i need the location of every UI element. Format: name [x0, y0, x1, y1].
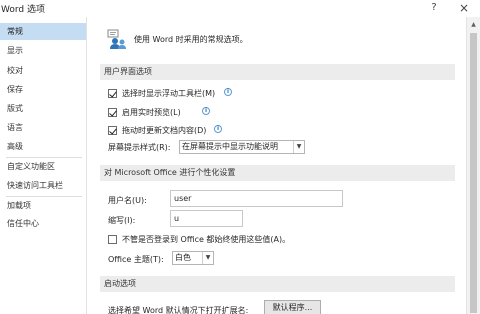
- title-bar: Word 选项 ? ×: [0, 0, 480, 17]
- option-show-mini-toolbar[interactable]: 选择时显示浮动工具栏(M) i: [108, 87, 248, 101]
- close-button[interactable]: ×: [456, 1, 472, 15]
- help-button[interactable]: ?: [426, 1, 442, 15]
- people-settings-icon: [107, 29, 126, 49]
- office-theme-value: 白色: [175, 253, 191, 262]
- info-icon: i: [214, 125, 222, 133]
- sidebar-item-trust-center[interactable]: 信任中心: [0, 215, 86, 232]
- option-live-preview[interactable]: 启用实时预览(L) i: [108, 106, 228, 120]
- scroll-up-icon[interactable]: ▲: [467, 20, 480, 30]
- initials-label: 缩写(I):: [108, 216, 136, 225]
- default-programs-button[interactable]: 默认程序...: [264, 300, 321, 314]
- initials-input[interactable]: u: [170, 210, 243, 227]
- checkbox-live-preview[interactable]: [108, 108, 117, 117]
- sidebar-item-customize-ribbon[interactable]: 自定义功能区: [0, 158, 86, 175]
- username-label: 用户名(U):: [108, 196, 147, 205]
- chevron-down-icon: ▼: [293, 141, 304, 153]
- section-header-ui-options: 用户界面选项: [100, 64, 455, 80]
- sidebar-item-add-ins[interactable]: 加载项: [0, 197, 86, 214]
- checkbox-show-mini-toolbar[interactable]: [108, 89, 117, 98]
- screentip-style-select[interactable]: 在屏幕提示中显示功能说明 ▼: [179, 140, 305, 154]
- options-sidebar: 常规 显示 校对 保存 版式 语言 高级 自定义功能区 快速访问工具栏 加载项 …: [0, 17, 87, 314]
- option-label: 选择时显示浮动工具栏(M): [122, 89, 216, 98]
- sidebar-item-language[interactable]: 语言: [0, 119, 86, 136]
- chevron-down-icon: ▼: [202, 252, 213, 264]
- option-label: 启用实时预览(L): [122, 108, 181, 117]
- sidebar-item-advanced[interactable]: 高级: [0, 138, 86, 155]
- sidebar-item-save[interactable]: 保存: [0, 81, 86, 98]
- info-icon: i: [202, 107, 210, 115]
- scrollbar-thumb[interactable]: [470, 33, 477, 313]
- default-programs-label: 选择希望 Word 默认情况下打开扩展名:: [108, 306, 249, 314]
- general-intro: 使用 Word 时采用的常规选项。: [106, 28, 446, 52]
- window-title: Word 选项: [1, 5, 45, 15]
- checkbox-update-while-dragging[interactable]: [108, 126, 117, 135]
- option-label: 不管是否登录到 Office 都始终使用这些值(A)。: [122, 235, 291, 244]
- screentip-style-label: 屏幕提示样式(R):: [108, 143, 171, 152]
- sidebar-item-general[interactable]: 常规: [0, 23, 86, 40]
- content-scrollbar[interactable]: ▲: [466, 17, 480, 314]
- sidebar-item-proofing[interactable]: 校对: [0, 62, 86, 79]
- section-header-startup: 启动选项: [100, 276, 455, 292]
- option-label: 拖动时更新文档内容(D): [122, 126, 207, 135]
- office-theme-label: Office 主题(T):: [108, 255, 164, 264]
- option-always-use-values[interactable]: 不管是否登录到 Office 都始终使用这些值(A)。: [108, 233, 308, 247]
- info-icon: i: [224, 88, 232, 96]
- sidebar-item-quick-access-toolbar[interactable]: 快速访问工具栏: [0, 177, 86, 194]
- office-theme-select[interactable]: 白色 ▼: [172, 251, 214, 265]
- option-update-while-dragging[interactable]: 拖动时更新文档内容(D) i: [108, 124, 238, 138]
- screentip-style-value: 在屏幕提示中显示功能说明: [182, 142, 278, 151]
- username-input[interactable]: user: [170, 190, 343, 207]
- section-header-personalize: 对 Microsoft Office 进行个性化设置: [100, 165, 455, 181]
- sidebar-item-display[interactable]: 显示: [0, 42, 86, 59]
- sidebar-item-layout[interactable]: 版式: [0, 100, 86, 117]
- checkbox-always-use-values[interactable]: [108, 235, 117, 244]
- intro-text: 使用 Word 时采用的常规选项。: [134, 35, 248, 44]
